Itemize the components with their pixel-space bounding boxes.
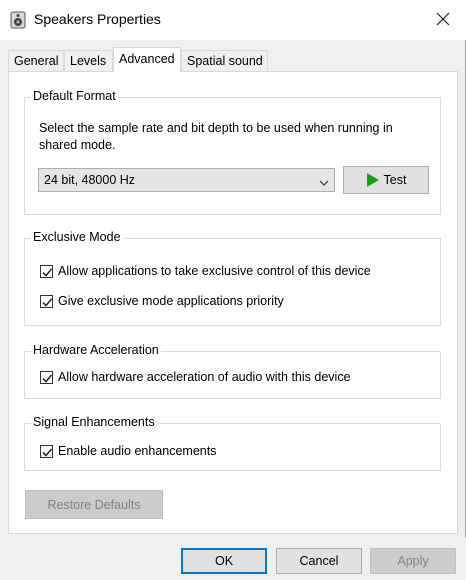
play-icon	[366, 173, 380, 187]
speakers-properties-dialog: Speakers Properties General Levels Advan…	[0, 0, 466, 580]
test-button[interactable]: Test	[343, 166, 429, 194]
exclusive-mode-title: Exclusive Mode	[31, 230, 123, 244]
speaker-icon	[10, 11, 26, 29]
audio-enhancements-checkbox[interactable]	[40, 444, 53, 458]
exclusive-priority-checkbox-row[interactable]: Give exclusive mode applications priorit…	[40, 294, 284, 308]
restore-defaults-button[interactable]: Restore Defaults	[25, 490, 163, 519]
close-icon	[436, 9, 450, 32]
window-title: Speakers Properties	[34, 11, 161, 27]
exclusive-control-checkbox-row[interactable]: Allow applications to take exclusive con…	[40, 264, 371, 278]
format-select-value: 24 bit, 48000 Hz	[44, 173, 136, 187]
tab-advanced[interactable]: Advanced	[113, 47, 181, 72]
hardware-acceleration-title: Hardware Acceleration	[31, 343, 161, 357]
checkmark-icon	[42, 298, 53, 307]
audio-enhancements-label: Enable audio enhancements	[58, 444, 217, 458]
default-format-group: Default Format Select the sample rate an…	[24, 89, 441, 215]
dialog-footer: OK Cancel Apply	[0, 538, 466, 580]
checkmark-icon	[42, 448, 53, 457]
default-format-description: Select the sample rate and bit depth to …	[39, 121, 393, 152]
exclusive-priority-label: Give exclusive mode applications priorit…	[58, 294, 284, 308]
hardware-acceleration-checkbox-row[interactable]: Allow hardware acceleration of audio wit…	[40, 370, 351, 384]
hardware-acceleration-label: Allow hardware acceleration of audio wit…	[58, 370, 351, 384]
audio-enhancements-checkbox-row[interactable]: Enable audio enhancements	[40, 444, 216, 458]
tab-general[interactable]: General	[8, 50, 64, 71]
hardware-acceleration-group: Hardware Acceleration Allow hardware acc…	[24, 343, 441, 399]
tab-spatial-sound[interactable]: Spatial sound	[181, 50, 268, 71]
title-bar[interactable]: Speakers Properties	[0, 0, 466, 40]
test-button-label: Test	[383, 173, 407, 187]
checkmark-icon	[42, 374, 53, 383]
tab-levels[interactable]: Levels	[64, 50, 113, 71]
exclusive-control-label: Allow applications to take exclusive con…	[58, 264, 371, 278]
apply-button[interactable]: Apply	[370, 548, 456, 574]
advanced-tab-panel: Default Format Select the sample rate an…	[8, 71, 458, 534]
exclusive-mode-group: Exclusive Mode Allow applications to tak…	[24, 230, 441, 326]
format-select[interactable]: 24 bit, 48000 Hz	[38, 168, 335, 192]
signal-enhancements-group: Signal Enhancements Enable audio enhance…	[24, 415, 441, 471]
ok-button[interactable]: OK	[181, 548, 267, 574]
cancel-button[interactable]: Cancel	[276, 548, 362, 574]
chevron-down-icon	[319, 176, 329, 186]
close-button[interactable]	[420, 0, 466, 40]
signal-enhancements-title: Signal Enhancements	[31, 415, 157, 429]
exclusive-control-checkbox[interactable]	[40, 264, 53, 278]
default-format-title: Default Format	[31, 89, 118, 103]
checkmark-icon	[42, 268, 53, 277]
hardware-acceleration-checkbox[interactable]	[40, 370, 53, 384]
exclusive-priority-checkbox[interactable]	[40, 294, 53, 308]
